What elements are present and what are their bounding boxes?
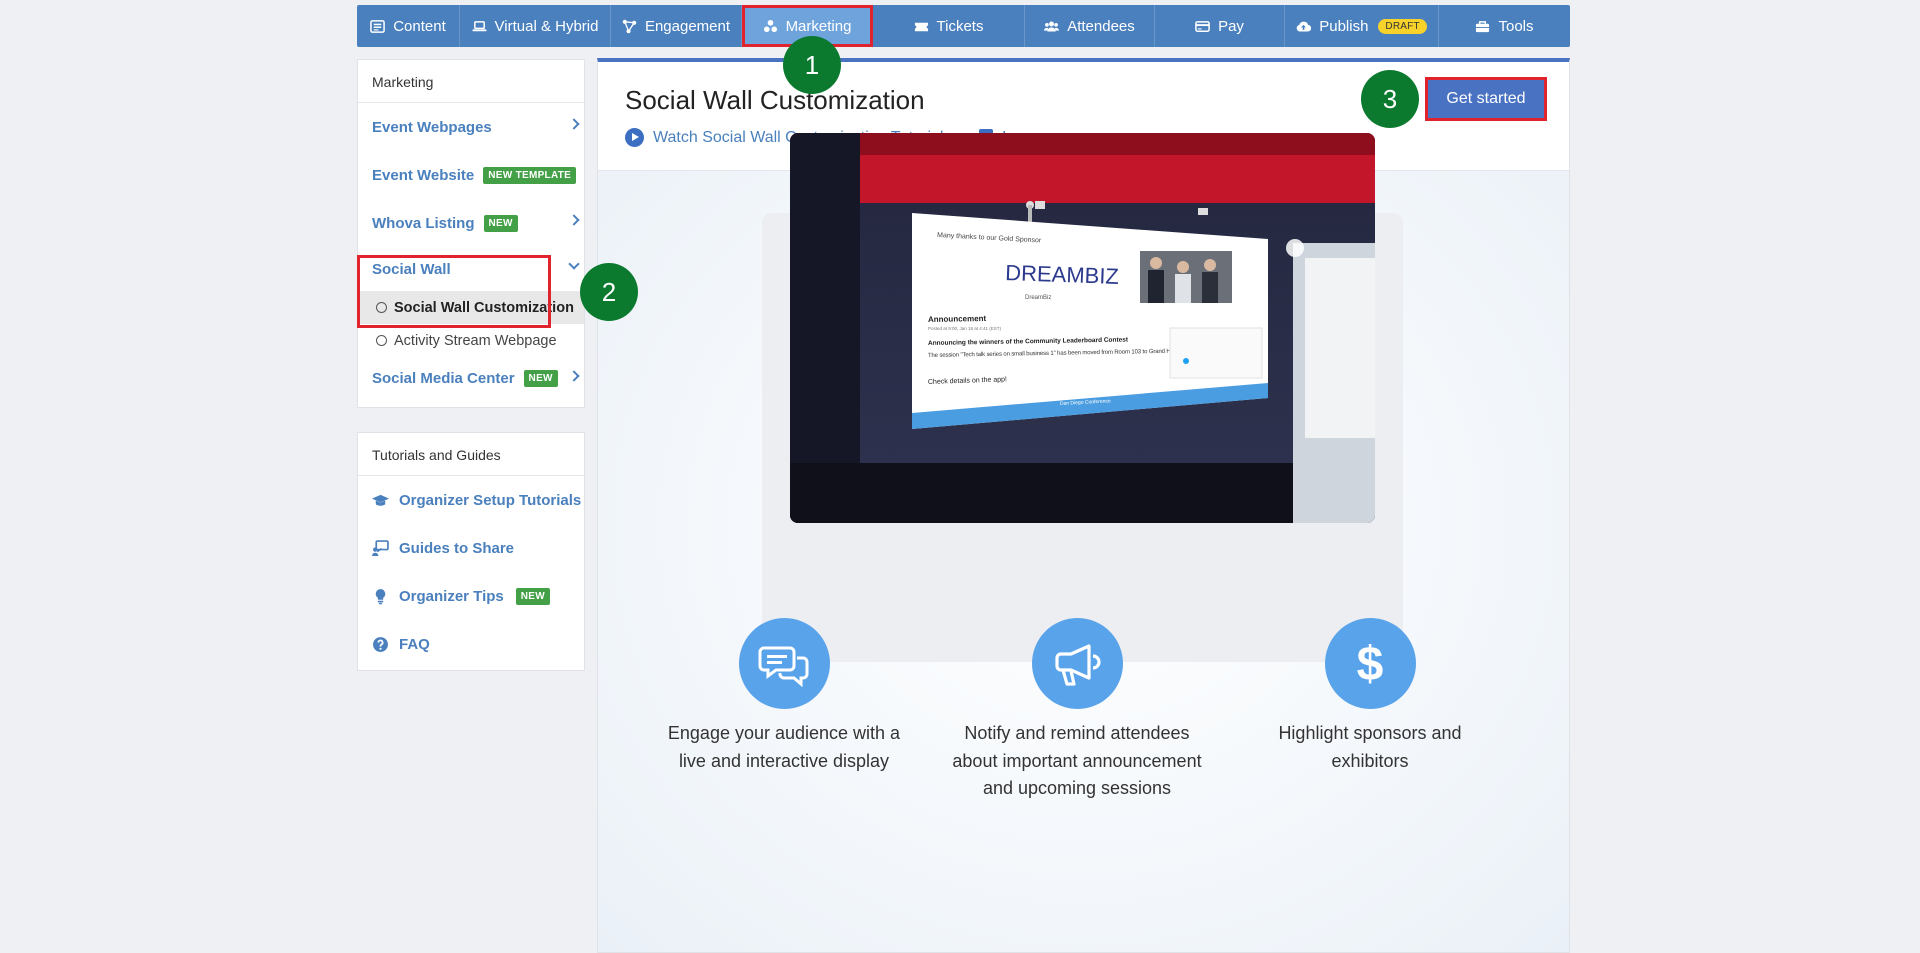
photo-brand-small-text: DreamBiz xyxy=(1025,295,1051,301)
sidebar-subitem-social-wall-customization[interactable]: Social Wall Customization xyxy=(358,291,584,324)
feature-text: Highlight sponsors and exhibitors xyxy=(1278,723,1462,771)
list-icon xyxy=(370,19,386,33)
nav-tab-label: Engagement xyxy=(644,17,731,35)
nav-tab-tools[interactable]: Tools xyxy=(1439,5,1570,47)
chevron-right-icon xyxy=(568,370,580,382)
nav-tab-publish[interactable]: Publish DRAFT xyxy=(1285,5,1439,47)
sidebar-tutorials-panel: Tutorials and Guides Organizer Setup Tut… xyxy=(357,432,585,671)
photo-brand-text: DREAMBIZ xyxy=(1005,260,1119,289)
sidebar-item-label: Whova Listing xyxy=(372,214,475,232)
feature-notify: Notify and remind attendees about import… xyxy=(952,618,1202,803)
sidebar-item-label: Event Website xyxy=(372,166,475,184)
nav-tab-label: Tickets xyxy=(936,17,984,35)
marketing-icon xyxy=(763,19,777,32)
nav-tab-label: Attendees xyxy=(1067,17,1135,35)
nav-tab-pay[interactable]: Pay xyxy=(1155,5,1285,47)
step-marker-2: 2 xyxy=(580,263,638,321)
sidebar-item-label: Social Wall xyxy=(372,260,451,278)
nav-tab-label: Publish xyxy=(1319,17,1369,35)
nav-tab-label: Pay xyxy=(1218,17,1244,35)
megaphone-icon xyxy=(1031,618,1123,709)
users-icon xyxy=(1044,21,1060,31)
circle-bullet-icon xyxy=(376,335,387,346)
sidebar-item-event-webpages[interactable]: Event Webpages xyxy=(358,103,584,151)
nav-tab-engagement[interactable]: Engagement xyxy=(611,5,742,47)
sidebar-item-label: Organizer Tips xyxy=(399,587,504,605)
new-badge: NEW xyxy=(483,214,518,232)
draft-badge: DRAFT xyxy=(1378,18,1427,34)
sidebar-heading: Tutorials and Guides xyxy=(358,433,584,476)
feature-engage: Engage your audience with a live and int… xyxy=(659,618,909,775)
network-icon xyxy=(622,19,637,33)
svg-text:$: $ xyxy=(1357,638,1384,691)
sidebar-item-organizer-tips[interactable]: Organizer Tips NEW xyxy=(358,572,584,620)
sidebar-item-label: Guides to Share xyxy=(399,539,515,557)
nav-tab-content[interactable]: Content xyxy=(357,5,460,47)
cloud-upload-icon xyxy=(1296,21,1312,32)
photo-posted-text: Posted at 9:00, Jan 18 at 4:41 (EST) xyxy=(928,326,1002,331)
nav-tab-label: Tools xyxy=(1498,17,1534,35)
sidebar-subitem-activity-stream[interactable]: Activity Stream Webpage xyxy=(358,324,584,357)
circle-bullet-icon xyxy=(376,302,387,313)
sidebar-item-label: FAQ xyxy=(399,635,430,653)
chevron-down-icon xyxy=(568,258,580,270)
nav-tab-attendees[interactable]: Attendees xyxy=(1025,5,1155,47)
sidebar-item-label: Organizer Setup Tutorials xyxy=(399,491,582,509)
ticket-icon xyxy=(914,22,928,31)
step-marker-1: 1 xyxy=(783,36,841,94)
card-icon xyxy=(1195,20,1210,32)
new-template-badge: NEW TEMPLATE xyxy=(483,166,577,184)
sidebar-subitem-label: Activity Stream Webpage xyxy=(394,332,557,349)
sidebar-item-social-wall[interactable]: Social Wall xyxy=(358,247,584,291)
sidebar-item-label: Event Webpages xyxy=(372,118,492,136)
nav-tab-label: Marketing xyxy=(785,17,852,35)
top-nav: Content Virtual & Hybrid Engagement Mark… xyxy=(357,5,1570,47)
step-marker-3: 3 xyxy=(1361,70,1419,128)
sidebar-item-label: Social Media Center xyxy=(372,369,515,387)
sidebar-item-social-media-center[interactable]: Social Media Center NEW xyxy=(358,357,584,399)
social-wall-photo: Many thanks to our Gold Sponsor DREAMBIZ… xyxy=(790,133,1375,523)
sidebar-item-event-website[interactable]: Event Website NEW TEMPLATE xyxy=(358,151,584,199)
new-badge: NEW xyxy=(515,587,550,605)
sidebar-marketing-panel: Marketing Event Webpages Event Website N… xyxy=(357,59,585,408)
get-started-button[interactable]: Get started xyxy=(1425,77,1547,121)
nav-tab-virtual-hybrid[interactable]: Virtual & Hybrid xyxy=(460,5,611,47)
sidebar-item-faq[interactable]: FAQ xyxy=(358,620,584,668)
toolbox-icon xyxy=(1476,20,1490,32)
feature-text: Notify and remind attendees about import… xyxy=(952,723,1202,798)
new-badge: NEW xyxy=(523,369,558,387)
nav-tab-label: Virtual & Hybrid xyxy=(494,17,599,35)
nav-tab-label: Content xyxy=(393,17,446,35)
question-circle-icon xyxy=(373,636,388,652)
sidebar-item-whova-listing[interactable]: Whova Listing NEW xyxy=(358,199,584,247)
chevron-right-icon xyxy=(568,214,580,226)
dollar-icon: $ xyxy=(1324,618,1416,709)
nav-tab-tickets[interactable]: Tickets xyxy=(873,5,1025,47)
feature-text: Engage your audience with a live and int… xyxy=(667,723,901,771)
graduation-cap-icon xyxy=(372,494,389,506)
lightbulb-icon xyxy=(375,588,386,604)
laptop-icon xyxy=(472,20,487,31)
sidebar-subitem-label: Social Wall Customization xyxy=(394,299,574,316)
presentation-icon xyxy=(372,539,389,556)
sidebar-heading: Marketing xyxy=(358,60,584,103)
sidebar-item-guides-to-share[interactable]: Guides to Share xyxy=(358,524,584,572)
feature-highlight: $ Highlight sponsors and exhibitors xyxy=(1245,618,1495,775)
main-panel: Social Wall Customization Watch Social W… xyxy=(597,58,1570,953)
photo-announcement-text: Announcement xyxy=(928,314,987,324)
chat-bubbles-icon xyxy=(738,618,830,709)
chevron-right-icon xyxy=(568,118,580,130)
sidebar-item-setup-tutorials[interactable]: Organizer Setup Tutorials xyxy=(358,476,584,524)
play-circle-icon xyxy=(625,128,644,147)
